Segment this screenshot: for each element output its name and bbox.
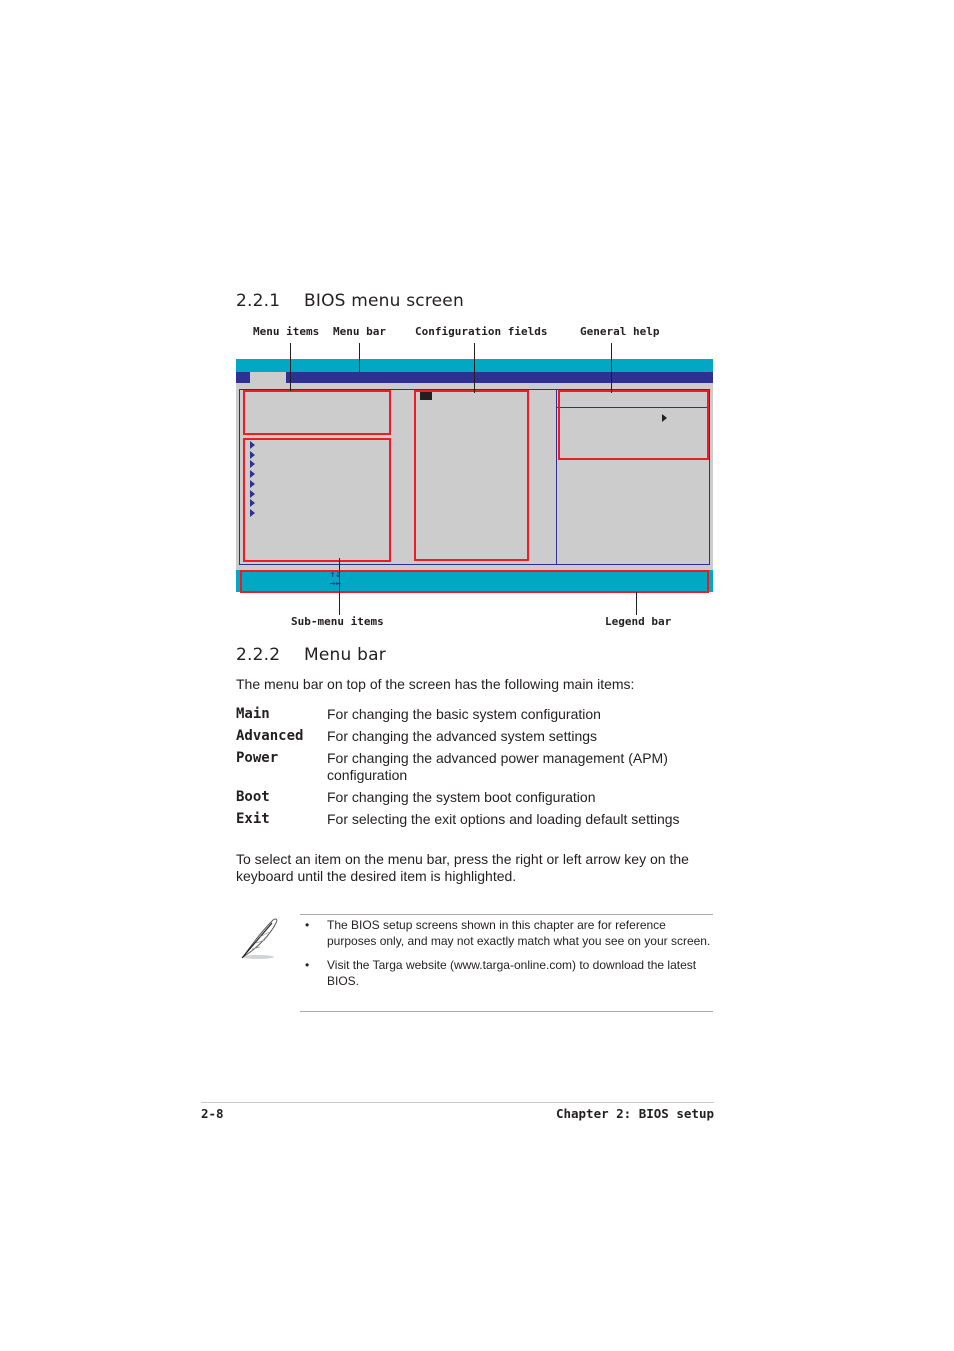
- item-term: Exit: [236, 811, 270, 827]
- item-description: For selecting the exit options and loadi…: [327, 811, 680, 827]
- sub-menu-items-highlight: [243, 438, 391, 562]
- submenu-arrow-icon: [250, 470, 255, 479]
- leader-menu-bar: [359, 343, 360, 372]
- leader-legend-bar: [636, 592, 637, 615]
- general-help-highlight: [558, 390, 709, 460]
- section-title: Menu bar: [304, 645, 386, 665]
- item-description: For changing the system boot configurati…: [327, 789, 596, 805]
- bullet: •: [305, 918, 310, 932]
- config-field-cursor: [420, 392, 432, 400]
- bullet: •: [305, 958, 310, 972]
- submenu-arrow-icon: [250, 441, 255, 449]
- menu-bar-instruction: To select an item on the menu bar, press…: [236, 851, 689, 884]
- footer-rule: [201, 1102, 714, 1103]
- leader-configuration-fields: [474, 343, 475, 393]
- section-number: 2.2.2: [236, 645, 281, 665]
- submenu-arrow-icon: [250, 499, 255, 508]
- note-bottom-rule: [300, 1011, 713, 1012]
- item-description: For changing the advanced system setting…: [327, 728, 598, 744]
- callout-configuration-fields: Configuration fields: [415, 325, 548, 338]
- legend-bar-highlight: [240, 570, 709, 593]
- menu-item-boot: Boot For changing the system boot config…: [236, 789, 716, 806]
- leader-menu-items: [290, 343, 291, 391]
- note-text: The BIOS setup screens shown in this cha…: [327, 918, 711, 948]
- note-list: • The BIOS setup screens shown in this c…: [300, 918, 713, 998]
- item-description: For changing the advanced power manageme…: [327, 750, 668, 783]
- bios-help-divider: [556, 389, 557, 565]
- menu-item-exit: Exit For selecting the exit options and …: [236, 811, 716, 828]
- menu-items-highlight: [243, 390, 391, 435]
- chapter-title: Chapter 2: BIOS setup: [555, 1106, 714, 1121]
- note-top-rule: [300, 914, 713, 915]
- menu-bar-items-list: Main For changing the basic system confi…: [236, 706, 716, 833]
- submenu-arrow-icon: [250, 489, 255, 498]
- item-description: For changing the basic system configurat…: [327, 706, 601, 722]
- note-item: • The BIOS setup screens shown in this c…: [300, 918, 713, 949]
- section-heading-menu-bar: 2.2.2 Menu bar: [236, 645, 386, 665]
- menu-item-advanced: Advanced For changing the advanced syste…: [236, 728, 716, 745]
- callout-menu-items: Menu items: [253, 325, 320, 338]
- menu-item-main: Main For changing the basic system confi…: [236, 706, 716, 723]
- note-item: • Visit the Targa website (www.targa-onl…: [300, 958, 713, 989]
- callout-menu-bar: Menu bar: [333, 325, 386, 338]
- item-term: Advanced: [236, 728, 304, 744]
- page-number: 2-8: [201, 1106, 224, 1121]
- item-term: Main: [236, 706, 270, 722]
- menu-item-power: Power For changing the advanced power ma…: [236, 750, 716, 784]
- item-term: Power: [236, 750, 279, 766]
- configuration-fields-highlight: [414, 390, 529, 561]
- help-arrow-icon: [662, 414, 667, 422]
- bios-menu-bar-selected-item: [250, 372, 286, 383]
- note-text: Visit the Targa website (www.targa-onlin…: [327, 958, 697, 988]
- submenu-arrow-icon: [250, 460, 255, 469]
- leader-general-help: [611, 343, 612, 393]
- callout-sub-menu-items: Sub-menu items: [291, 615, 384, 628]
- item-term: Boot: [236, 789, 270, 805]
- callout-general-help: General help: [580, 325, 660, 338]
- callout-legend-bar: Legend bar: [605, 615, 672, 628]
- submenu-arrow-icon: [250, 479, 255, 488]
- feather-quill-icon: [238, 915, 284, 961]
- section-heading-bios-menu-screen: 2.2.1 BIOS menu screen: [236, 291, 464, 311]
- submenu-arrow-icon: [250, 508, 255, 517]
- leader-sub-menu-items: [339, 558, 340, 615]
- section-title: BIOS menu screen: [304, 291, 464, 311]
- menu-bar-intro: The menu bar on top of the screen has th…: [236, 676, 635, 692]
- section-number: 2.2.1: [236, 291, 281, 311]
- submenu-arrow-icon: [250, 450, 255, 459]
